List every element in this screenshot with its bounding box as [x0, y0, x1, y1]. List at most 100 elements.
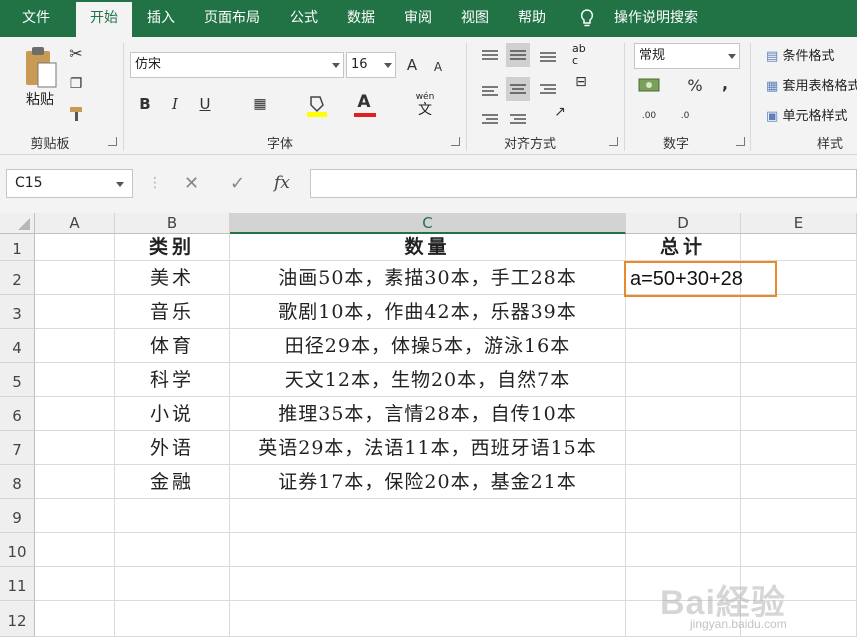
- cell-c1[interactable]: 数量: [230, 234, 626, 261]
- select-all-button[interactable]: [0, 213, 35, 234]
- cell-c12[interactable]: [230, 601, 626, 637]
- enter-icon[interactable]: ✓: [230, 169, 245, 198]
- worksheet-grid[interactable]: A B C D E 1 类别 数量 总计 2 美术 油画50本，素描30本，手工28本 3 音乐…: [0, 213, 857, 637]
- cell-b6[interactable]: 小说: [115, 397, 230, 431]
- cell-d5[interactable]: [626, 363, 741, 397]
- cell-b10[interactable]: [115, 533, 230, 567]
- cell-a11[interactable]: [35, 567, 115, 601]
- cell-e1[interactable]: [741, 234, 857, 261]
- copy-icon[interactable]: ❐: [66, 73, 86, 95]
- cell-e8[interactable]: [741, 465, 857, 499]
- number-format-select[interactable]: 常规: [634, 43, 740, 69]
- cell-a3[interactable]: [35, 295, 115, 329]
- clipboard-dialog-launcher[interactable]: [108, 137, 117, 146]
- cell-b4[interactable]: 体育: [115, 329, 230, 363]
- number-dialog-launcher[interactable]: [736, 137, 745, 146]
- cell-e10[interactable]: [741, 533, 857, 567]
- underline-button[interactable]: U: [195, 93, 215, 115]
- cell-b12[interactable]: [115, 601, 230, 637]
- bold-button[interactable]: B: [135, 93, 155, 115]
- cell-c4[interactable]: 田径29本，体操5本，游泳16本: [230, 329, 626, 363]
- cell-d7[interactable]: [626, 431, 741, 465]
- cell-c11[interactable]: [230, 567, 626, 601]
- column-header-b[interactable]: B: [115, 213, 230, 234]
- row-header-11[interactable]: 11: [0, 567, 35, 601]
- cell-a10[interactable]: [35, 533, 115, 567]
- tab-review[interactable]: 审阅: [397, 0, 439, 37]
- cell-d8[interactable]: [626, 465, 741, 499]
- row-header-7[interactable]: 7: [0, 431, 35, 465]
- decrease-decimal-button[interactable]: .0: [672, 105, 698, 127]
- tab-file[interactable]: 文件: [8, 0, 64, 37]
- conditional-formatting-button[interactable]: ▤ 条件格式: [766, 45, 834, 64]
- row-header-4[interactable]: 4: [0, 329, 35, 363]
- row-header-1[interactable]: 1: [0, 234, 35, 261]
- cell-c9[interactable]: [230, 499, 626, 533]
- cell-c3[interactable]: 歌剧10本，作曲42本，乐器39本: [230, 295, 626, 329]
- paste-button[interactable]: 粘贴: [20, 89, 60, 109]
- cell-b3[interactable]: 音乐: [115, 295, 230, 329]
- row-header-10[interactable]: 10: [0, 533, 35, 567]
- row-header-12[interactable]: 12: [0, 601, 35, 637]
- row-header-2[interactable]: 2: [0, 261, 35, 295]
- font-color-icon[interactable]: A: [352, 91, 376, 113]
- cell-b7[interactable]: 外语: [115, 431, 230, 465]
- format-painter-icon[interactable]: [68, 105, 86, 123]
- cell-c6[interactable]: 推理35本，言情28本，自传10本: [230, 397, 626, 431]
- cell-e4[interactable]: [741, 329, 857, 363]
- tab-home[interactable]: 开始: [76, 2, 132, 37]
- alignment-dialog-launcher[interactable]: [609, 137, 618, 146]
- increase-decimal-button[interactable]: .00: [636, 105, 662, 127]
- cell-e7[interactable]: [741, 431, 857, 465]
- insert-function-icon[interactable]: fx: [274, 169, 290, 198]
- cell-b2[interactable]: 美术: [115, 261, 230, 295]
- font-size-select[interactable]: 16: [346, 52, 396, 78]
- row-header-6[interactable]: 6: [0, 397, 35, 431]
- paste-icon[interactable]: [20, 45, 60, 89]
- cell-c5[interactable]: 天文12本，生物20本，自然7本: [230, 363, 626, 397]
- accounting-icon[interactable]: [638, 75, 662, 95]
- cell-e9[interactable]: [741, 499, 857, 533]
- cell-d4[interactable]: [626, 329, 741, 363]
- comma-style-button[interactable]: ,: [718, 73, 732, 95]
- phonetic-guide-icon[interactable]: wén 文: [410, 93, 440, 119]
- orientation-icon[interactable]: ↗: [548, 101, 572, 123]
- tab-data[interactable]: 数据: [340, 0, 382, 37]
- cell-a7[interactable]: [35, 431, 115, 465]
- cell-b9[interactable]: [115, 499, 230, 533]
- cell-a9[interactable]: [35, 499, 115, 533]
- cell-e6[interactable]: [741, 397, 857, 431]
- cell-c8[interactable]: 证券17本，保险20本，基金21本: [230, 465, 626, 499]
- cell-e5[interactable]: [741, 363, 857, 397]
- formula-input[interactable]: [310, 169, 857, 198]
- column-header-a[interactable]: A: [35, 213, 115, 234]
- tab-formulas[interactable]: 公式: [283, 0, 325, 37]
- cell-a2[interactable]: [35, 261, 115, 295]
- tab-page-layout[interactable]: 页面布局: [196, 0, 268, 37]
- cell-styles-button[interactable]: ▣ 单元格样式: [766, 105, 847, 124]
- cell-c7[interactable]: 英语29本，法语11本，西班牙语15本: [230, 431, 626, 465]
- font-name-select[interactable]: 仿宋: [130, 52, 344, 78]
- tell-me-search[interactable]: 操作说明搜索: [606, 0, 706, 37]
- borders-icon[interactable]: ▦: [250, 93, 270, 115]
- cell-a1[interactable]: [35, 234, 115, 261]
- cell-e3[interactable]: [741, 295, 857, 329]
- shrink-font-icon[interactable]: A: [428, 56, 448, 78]
- cell-d2[interactable]: a=50+30+28: [630, 268, 743, 291]
- cell-a12[interactable]: [35, 601, 115, 637]
- tab-insert[interactable]: 插入: [140, 0, 182, 37]
- cell-a6[interactable]: [35, 397, 115, 431]
- cell-c2[interactable]: 油画50本，素描30本，手工28本: [230, 261, 626, 295]
- name-box[interactable]: C15: [6, 169, 133, 198]
- cell-d10[interactable]: [626, 533, 741, 567]
- wrap-text-icon[interactable]: ab c: [572, 43, 586, 67]
- format-as-table-button[interactable]: ▦ 套用表格格式: [766, 75, 857, 94]
- grow-font-icon[interactable]: A: [402, 54, 422, 76]
- row-header-8[interactable]: 8: [0, 465, 35, 499]
- cell-d6[interactable]: [626, 397, 741, 431]
- column-header-e[interactable]: E: [741, 213, 857, 234]
- cut-icon[interactable]: ✂: [66, 43, 86, 65]
- row-header-5[interactable]: 5: [0, 363, 35, 397]
- fill-color-icon[interactable]: [306, 93, 328, 117]
- cell-b11[interactable]: [115, 567, 230, 601]
